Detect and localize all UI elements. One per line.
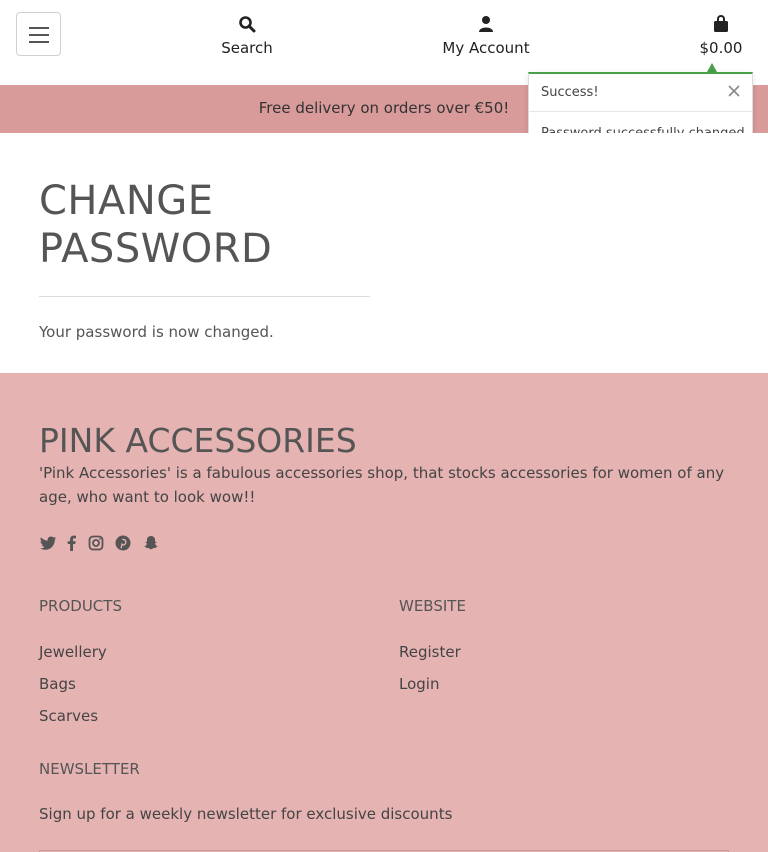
menu-toggle-button[interactable] (16, 12, 61, 56)
close-icon[interactable] (726, 83, 742, 99)
website-heading: WEBSITE (399, 597, 466, 615)
newsletter-text: Sign up for a weekly newsletter for excl… (39, 805, 453, 823)
cart-link[interactable]: $0.00 (692, 14, 750, 57)
footer-brand: PINK ACCESSORIES (39, 421, 357, 460)
footer-about-text: 'Pink Accessories' is a fabulous accesso… (39, 464, 725, 506)
page-title-line2: PASSWORD (39, 226, 273, 272)
toast-title: Success! (541, 85, 599, 100)
footer-link-scarves[interactable]: Scarves (39, 707, 98, 725)
snapchat-icon[interactable] (142, 534, 160, 552)
footer-link-register[interactable]: Register (399, 643, 461, 661)
main-content: CHANGE PASSWORD Your password is now cha… (0, 133, 768, 373)
newsletter-heading: NEWSLETTER (39, 760, 140, 778)
footer-link-login[interactable]: Login (399, 675, 439, 693)
toast-pointer (707, 63, 717, 72)
shopping-bag-icon (714, 15, 728, 32)
confirmation-text: Your password is now changed. (39, 323, 274, 341)
facebook-icon[interactable] (63, 534, 81, 552)
toast-header: Success! (529, 74, 752, 112)
footer-link-jewellery[interactable]: Jewellery (39, 643, 107, 661)
pinterest-icon[interactable] (114, 534, 132, 552)
search-icon (239, 16, 256, 33)
my-account-link[interactable]: My Account (436, 14, 536, 57)
instagram-icon[interactable] (87, 534, 105, 552)
page-title: CHANGE PASSWORD (39, 177, 272, 273)
products-heading: PRODUCTS (39, 597, 122, 615)
my-account-label: My Account (442, 39, 530, 57)
twitter-icon[interactable] (39, 534, 57, 552)
cart-total: $0.00 (699, 39, 743, 57)
search-link[interactable]: Search (207, 14, 287, 57)
title-divider (39, 296, 370, 297)
footer-link-bags[interactable]: Bags (39, 675, 76, 693)
site-footer: PINK ACCESSORIES 'Pink Accessories' is a… (0, 373, 768, 852)
user-icon (479, 16, 493, 32)
search-label: Search (221, 39, 273, 57)
page-title-line1: CHANGE (39, 178, 214, 224)
